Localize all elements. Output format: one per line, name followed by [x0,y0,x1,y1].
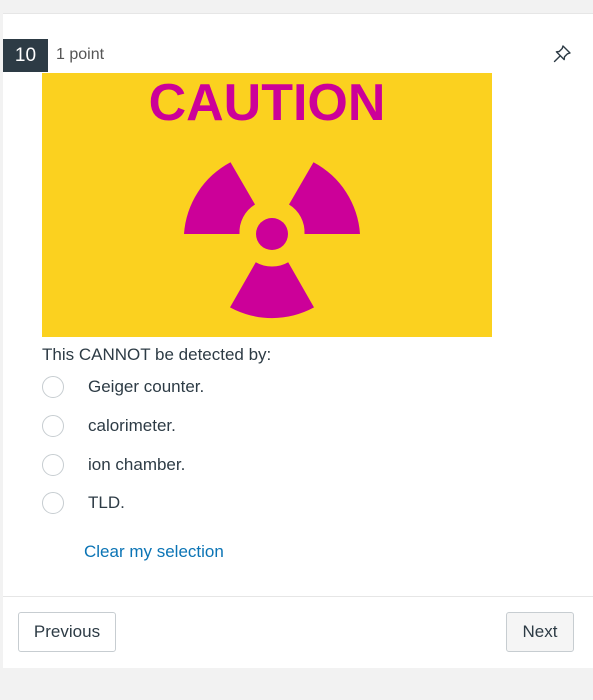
divider [3,596,593,597]
pin-icon[interactable] [550,42,574,66]
answer-option-label: calorimeter. [88,416,176,435]
clear-selection-link[interactable]: Clear my selection [84,542,224,562]
answer-option[interactable]: Geiger counter. [42,372,342,402]
answer-option[interactable]: ion chamber. [42,450,342,480]
radio-button[interactable] [42,492,64,514]
radio-button[interactable] [42,415,64,437]
answer-option[interactable]: TLD. [42,488,342,518]
question-points: 1 point [56,46,105,63]
question-prompt: This CANNOT be detected by: [42,345,272,364]
answer-option-label: ion chamber. [88,455,186,474]
answer-option[interactable]: calorimeter. [42,411,342,441]
radio-button[interactable] [42,454,64,476]
answer-option-label: TLD. [88,493,125,512]
previous-button[interactable]: Previous [18,612,116,652]
radio-button[interactable] [42,376,64,398]
question-card: 10 1 point CAUTION This CANNOT be detect… [3,13,593,668]
next-button[interactable]: Next [506,612,574,652]
caution-text: CAUTION [149,74,386,132]
answer-option-label: Geiger counter. [88,377,205,396]
question-number: 10 [3,39,48,72]
caution-radiation-image: CAUTION [42,73,492,337]
